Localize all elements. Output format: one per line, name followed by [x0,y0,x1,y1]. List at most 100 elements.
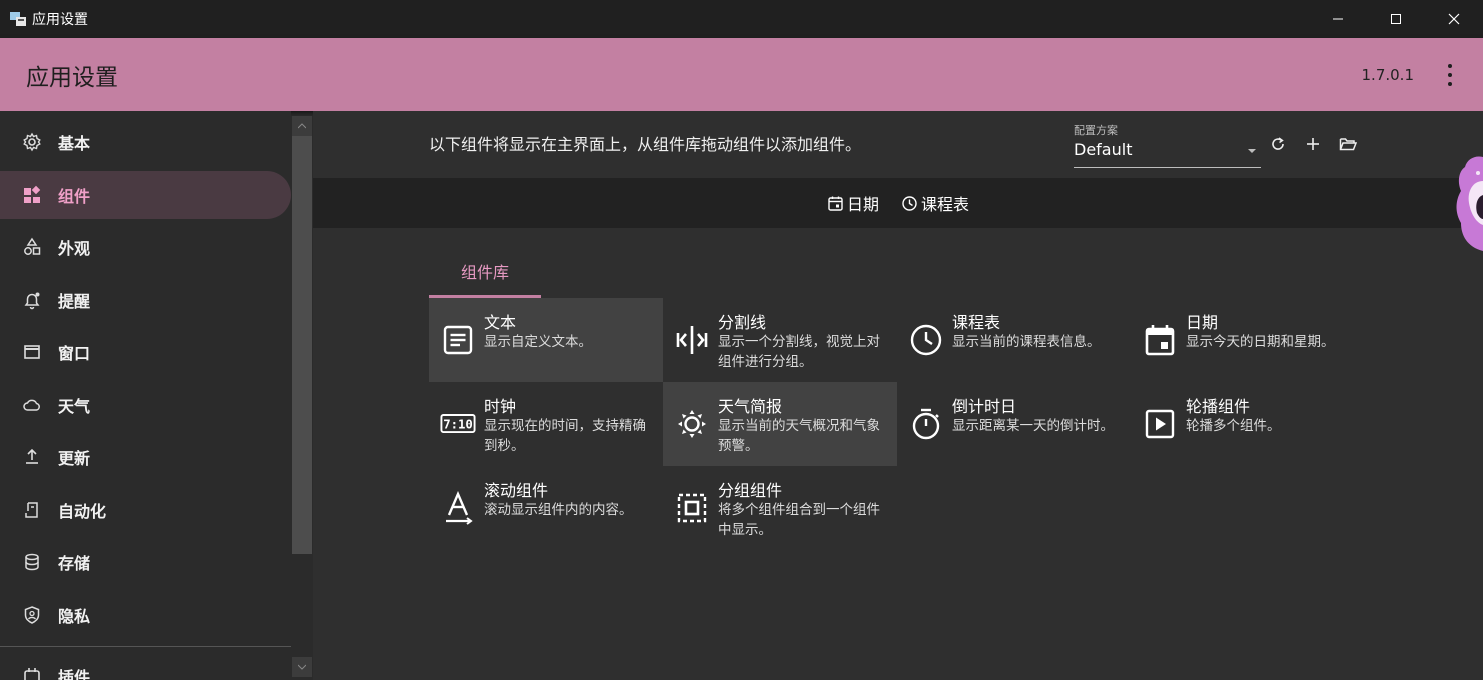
widget-name: 分割线 [718,313,767,332]
sidebar-item-label: 提醒 [58,292,91,311]
automation-icon [22,500,42,520]
preview-item-date[interactable]: 日期 [827,191,879,215]
widget-card-schedule[interactable]: 课程表 显示当前的课程表信息。 [897,298,1131,382]
intro-text: 以下组件将显示在主界面上，从组件库拖动组件以添加组件。 [429,135,862,154]
more-options-button[interactable] [1443,64,1457,86]
sidebar-item-label: 自动化 [58,502,107,521]
widget-description: 显示一个分割线，视觉上对组件进行分组。 [718,334,880,370]
scroll-text-icon [440,490,476,526]
maximize-icon [1391,14,1401,24]
sidebar-item-weather[interactable]: 天气 [0,381,291,429]
widget-description: 轮播多个组件。 [1186,418,1281,434]
scroll-down-button[interactable] [292,657,312,677]
svg-text:7:10: 7:10 [443,418,473,432]
preview-item-schedule[interactable]: 课程表 [901,191,969,215]
window-icon [22,342,42,362]
sidebar-item-basic[interactable]: 基本 [0,118,291,166]
widget-description: 显示现在的时间，支持精确到秒。 [484,418,646,454]
sun-icon [674,406,710,442]
widget-description: 显示当前的课程表信息。 [952,334,1101,350]
page-title: 应用设置 [26,64,118,91]
widget-description: 显示今天的日期和星期。 [1186,334,1335,350]
profile-value: Default [1074,140,1133,159]
widget-name: 天气简报 [718,397,783,416]
main-panel: 以下组件将显示在主界面上，从组件库拖动组件以添加组件。 配置方案 Default… [313,111,1483,680]
close-icon [1448,13,1460,25]
widget-card-carousel[interactable]: 轮播组件 轮播多个组件。 [1131,382,1365,466]
window-title: 应用设置 [32,12,88,28]
sidebar-item-label: 存储 [58,554,91,573]
separator-icon [674,322,710,358]
sidebar-item-privacy[interactable]: 隐私 [0,591,291,639]
widget-card-scroll[interactable]: 滚动组件 滚动显示组件内的内容。 [429,466,663,550]
clock-icon [902,195,917,211]
widget-card-clock[interactable]: 7:10 时钟 显示现在的时间，支持精确到秒。 [429,382,663,466]
mascot-image [1456,156,1483,251]
scrollbar-thumb[interactable] [292,136,312,554]
sidebar-item-storage[interactable]: 存储 [0,538,291,586]
widget-card-countdown[interactable]: 倒计时日 显示距离某一天的倒计时。 [897,382,1131,466]
widget-card-text[interactable]: 文本 显示自定义文本。 [429,298,663,382]
sidebar-item-update[interactable]: 更新 [0,433,291,481]
sidebar-item-label: 更新 [58,449,91,468]
widget-card-separator[interactable]: 分割线 显示一个分割线，视觉上对组件进行分组。 [663,298,897,382]
more-vert-icon [1448,64,1452,68]
widget-description: 将多个组件组合到一个组件中显示。 [718,502,880,538]
sidebar-scrollbar[interactable] [291,116,313,680]
sidebar-item-automation[interactable]: 自动化 [0,486,291,534]
sidebar-item-plugins[interactable]: 插件 [0,652,291,680]
plugin-icon [22,666,42,680]
calendar-icon [828,196,843,211]
widget-name: 倒计时日 [952,397,1017,416]
widget-description: 显示当前的天气概况和气象预警。 [718,418,880,454]
upload-icon [22,447,42,467]
widget-card-weather[interactable]: 天气简报 显示当前的天气概况和气象预警。 [663,382,897,466]
add-profile-button[interactable] [1302,133,1324,155]
sidebar-item-label: 组件 [58,187,91,206]
sidebar-item-widgets[interactable]: 组件 [0,171,291,219]
sidebar-item-label: 隐私 [58,607,91,626]
widget-name: 日期 [1186,313,1219,332]
minimize-button[interactable] [1309,0,1367,38]
widget-description: 显示自定义文本。 [484,334,592,350]
app-bar: 应用设置 1.7.0.1 [0,38,1483,111]
tab-widget-library[interactable]: 组件库 [429,247,541,298]
digital-clock-icon: 7:10 [440,406,476,442]
preview-item-label: 课程表 [921,195,970,214]
version-label: 1.7.0.1 [1361,65,1414,84]
sidebar-item-label: 基本 [58,134,91,153]
preview-bar: 日期 课程表 [313,178,1483,228]
refresh-icon [1272,137,1284,150]
sidebar: 基本 组件 外观 提醒 窗口 天气 更新 自动化 存储 隐私 插件 [0,111,291,680]
scroll-up-button[interactable] [292,116,312,136]
more-vert-icon [1448,82,1452,86]
chevron-up-icon [298,123,306,129]
database-icon [22,552,42,572]
app-icon [10,11,26,27]
sidebar-item-reminder[interactable]: 提醒 [0,276,291,324]
sidebar-item-appearance[interactable]: 外观 [0,223,291,271]
more-vert-icon [1448,73,1452,77]
minimize-icon [1333,18,1343,20]
widget-name: 课程表 [952,313,1001,332]
widget-card-group[interactable]: 分组组件 将多个组件组合到一个组件中显示。 [663,466,897,550]
sidebar-divider [0,646,291,647]
close-button[interactable] [1425,0,1483,38]
sidebar-item-label: 插件 [58,668,91,680]
profile-select[interactable]: 配置方案 Default [1074,122,1261,168]
widget-name: 时钟 [484,397,517,416]
widget-name: 滚动组件 [484,481,549,500]
calendar-icon [1142,322,1178,358]
open-folder-button[interactable] [1337,133,1359,155]
widget-card-date[interactable]: 日期 显示今天的日期和星期。 [1131,298,1365,382]
maximize-button[interactable] [1367,0,1425,38]
widget-name: 分组组件 [718,481,783,500]
shield-icon [22,605,42,625]
sidebar-item-window[interactable]: 窗口 [0,328,291,376]
widget-description: 显示距离某一天的倒计时。 [952,418,1114,434]
cloud-icon [22,395,42,415]
refresh-button[interactable] [1267,133,1289,155]
chevron-down-icon [298,664,306,670]
widgets-icon [22,185,42,205]
play-icon [1142,406,1178,442]
